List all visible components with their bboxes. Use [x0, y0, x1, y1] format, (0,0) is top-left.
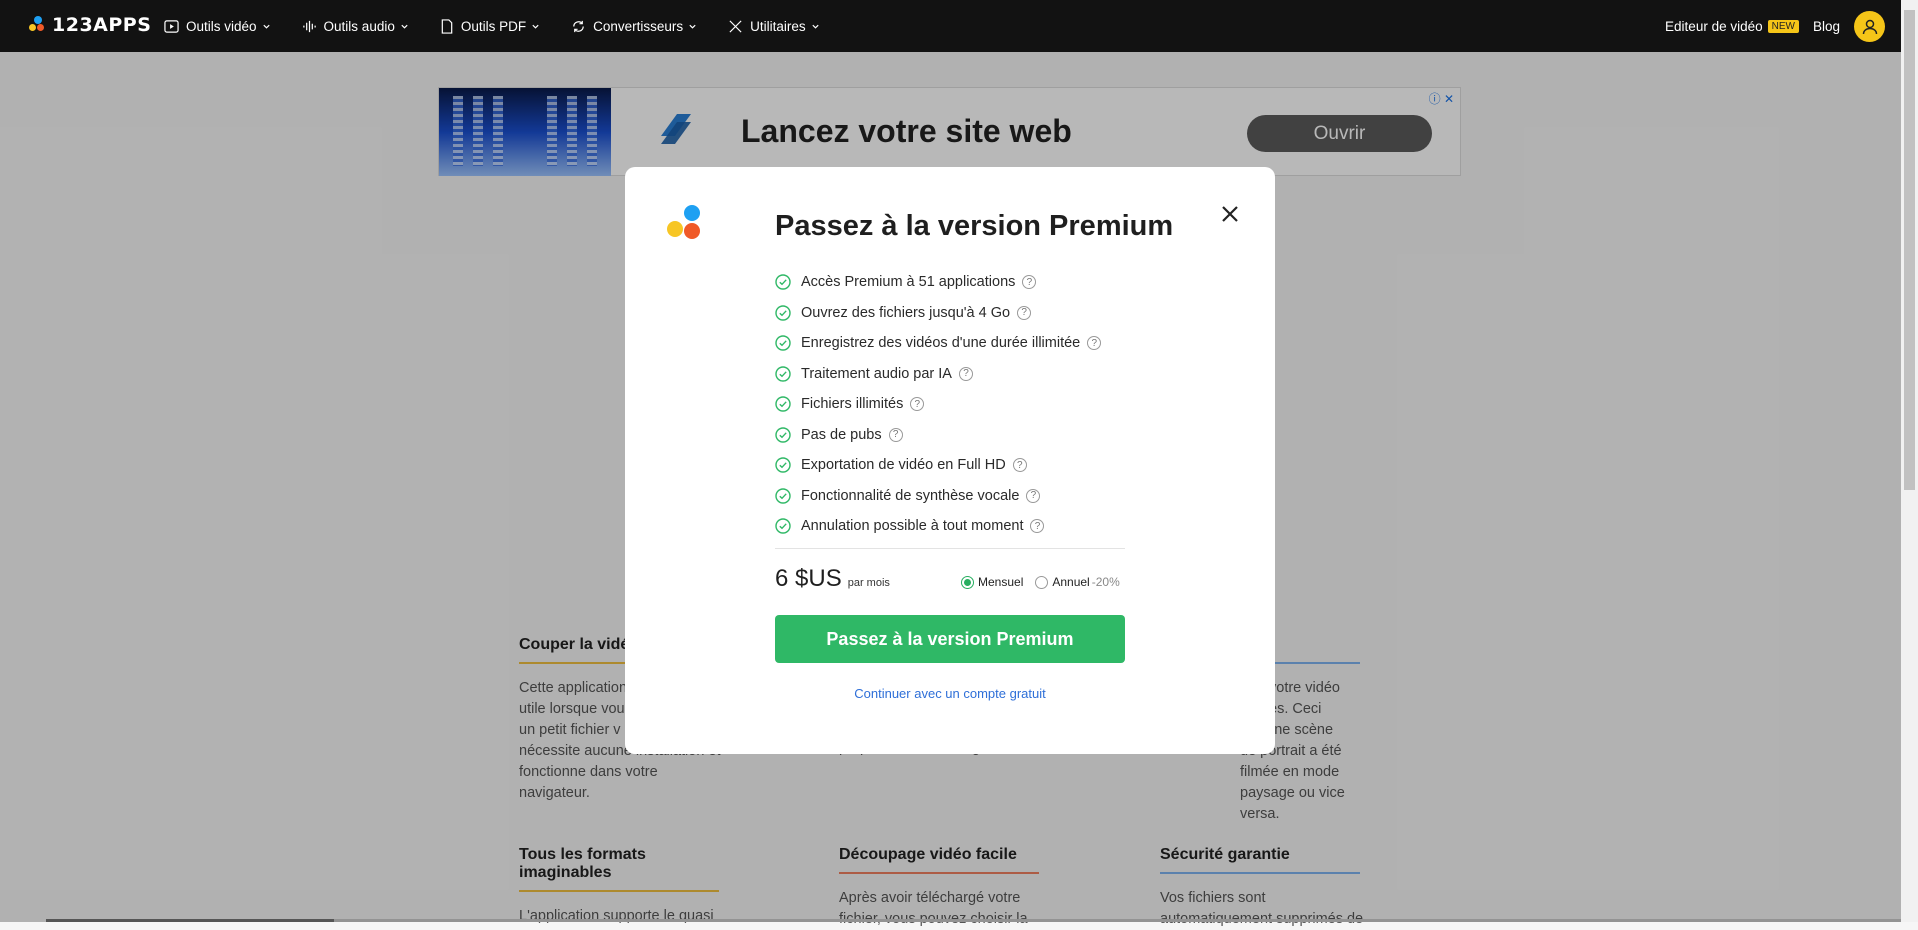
feature-label: Exportation de vidéo en Full HD — [801, 457, 1006, 474]
chevron-down-icon — [812, 24, 819, 29]
feature-label: Traitement audio par IA — [801, 365, 952, 382]
nav-utilities[interactable]: Utilitaires — [728, 19, 820, 34]
nav-audio-tools[interactable]: Outils audio — [302, 19, 409, 34]
nav-label: Outils audio — [323, 18, 395, 34]
help-icon[interactable]: ? — [958, 366, 973, 381]
help-icon[interactable]: ? — [1087, 336, 1102, 351]
help-icon[interactable]: ? — [1026, 488, 1041, 503]
help-icon[interactable]: ? — [1012, 458, 1027, 473]
new-badge: NEW — [1767, 19, 1799, 33]
feature-label: Annulation possible à tout moment — [801, 518, 1024, 535]
modal-title: Passez à la version Premium — [775, 210, 1174, 242]
billing-yearly-label[interactable]: Annuel — [1052, 575, 1089, 589]
help-icon[interactable]: ? — [888, 427, 903, 442]
right-nav: Editeur de vidéo NEW Blog — [1665, 0, 1840, 52]
premium-feature-item: Fichiers illimités? — [775, 389, 1101, 420]
check-circle-icon — [775, 305, 791, 321]
premium-feature-item: Fonctionnalité de synthèse vocale? — [775, 481, 1101, 512]
billing-options: Mensuel Annuel -20% — [961, 575, 1120, 589]
nav-label: Convertisseurs — [593, 18, 684, 34]
video-icon — [164, 19, 179, 33]
nav-label: Outils PDF — [460, 18, 527, 34]
premium-feature-item: Annulation possible à tout moment? — [775, 511, 1101, 542]
check-circle-icon — [775, 488, 791, 504]
feature-label: Pas de pubs — [801, 426, 882, 443]
logo-text: 123APPS — [52, 14, 152, 36]
chevron-down-icon — [262, 24, 270, 29]
nav-pdf-tools[interactable]: Outils PDF — [440, 19, 540, 34]
feature-label: Accès Premium à 51 applications — [801, 274, 1016, 291]
check-circle-icon — [775, 518, 791, 534]
help-icon[interactable]: ? — [910, 397, 925, 412]
logo[interactable]: 123APPS — [26, 14, 151, 36]
help-icon[interactable]: ? — [1017, 305, 1032, 320]
help-icon[interactable]: ? — [1022, 275, 1037, 290]
premium-feature-item: Enregistrez des vidéos d'une durée illim… — [775, 328, 1102, 359]
billing-monthly-label[interactable]: Mensuel — [978, 575, 1023, 589]
chevron-down-icon — [689, 24, 696, 29]
utilities-icon — [729, 19, 742, 33]
chevron-down-icon — [532, 24, 539, 29]
video-editor-link[interactable]: Editeur de vidéo — [1665, 19, 1763, 34]
top-navigation-bar: 123APPS Outils vidéo Outils audio Outils… — [0, 0, 1918, 52]
chevron-down-icon — [401, 24, 408, 29]
check-circle-icon — [775, 396, 791, 412]
logo-dots-icon — [26, 14, 48, 36]
help-icon[interactable]: ? — [1030, 519, 1045, 534]
check-circle-icon — [775, 366, 791, 382]
feature-label: Enregistrez des vidéos d'une durée illim… — [801, 335, 1081, 352]
premium-feature-item: Ouvrez des fichiers jusqu'à 4 Go? — [775, 298, 1101, 329]
convert-icon — [573, 20, 584, 32]
vertical-scrollbar[interactable] — [1901, 0, 1918, 922]
main-nav: Outils vidéo Outils audio Outils PDF Con… — [164, 0, 851, 52]
nav-label: Outils vidéo — [186, 18, 257, 34]
premium-feature-item: Accès Premium à 51 applications? — [775, 267, 1101, 298]
billing-yearly-radio[interactable] — [1035, 575, 1049, 589]
divider — [775, 548, 1125, 549]
user-account-button[interactable] — [1854, 11, 1885, 42]
blog-link[interactable]: Blog — [1813, 19, 1840, 34]
pdf-icon — [441, 18, 453, 34]
billing-monthly-radio[interactable] — [961, 575, 974, 589]
premium-features-list: Accès Premium à 51 applications? Ouvrez d… — [775, 267, 1102, 542]
check-circle-icon — [775, 427, 791, 443]
close-icon[interactable] — [1218, 202, 1242, 226]
premium-feature-item: Traitement audio par IA? — [775, 359, 1101, 390]
nav-converters[interactable]: Convertisseurs — [571, 19, 697, 34]
price-period: par mois — [847, 577, 890, 589]
check-circle-icon — [775, 274, 791, 290]
price: 6 $US par mois — [775, 565, 890, 593]
feature-label: Fichiers illimités — [801, 396, 904, 413]
check-circle-icon — [775, 335, 791, 351]
nav-video-tools[interactable]: Outils vidéo — [164, 19, 271, 34]
premium-feature-item: Exportation de vidéo en Full HD? — [775, 450, 1101, 481]
audio-icon — [302, 20, 316, 32]
price-amount: 6 $US — [775, 565, 842, 592]
continue-free-link[interactable]: Continuer avec un compte gratuit — [775, 686, 1125, 701]
scrollbar-thumb[interactable] — [1904, 10, 1915, 490]
app-logo-icon — [663, 205, 707, 249]
premium-feature-item: Pas de pubs? — [775, 420, 1101, 451]
yearly-discount: -20% — [1091, 575, 1120, 589]
nav-label: Utilitaires — [750, 18, 806, 34]
feature-label: Fonctionnalité de synthèse vocale — [801, 487, 1020, 504]
upgrade-premium-button[interactable]: Passez à la version Premium — [775, 615, 1125, 663]
feature-label: Ouvrez des fichiers jusqu'à 4 Go — [801, 304, 1011, 321]
user-icon — [1862, 19, 1877, 34]
premium-modal: Passez à la version Premium Accès Premiu… — [625, 167, 1275, 754]
check-circle-icon — [775, 457, 791, 473]
